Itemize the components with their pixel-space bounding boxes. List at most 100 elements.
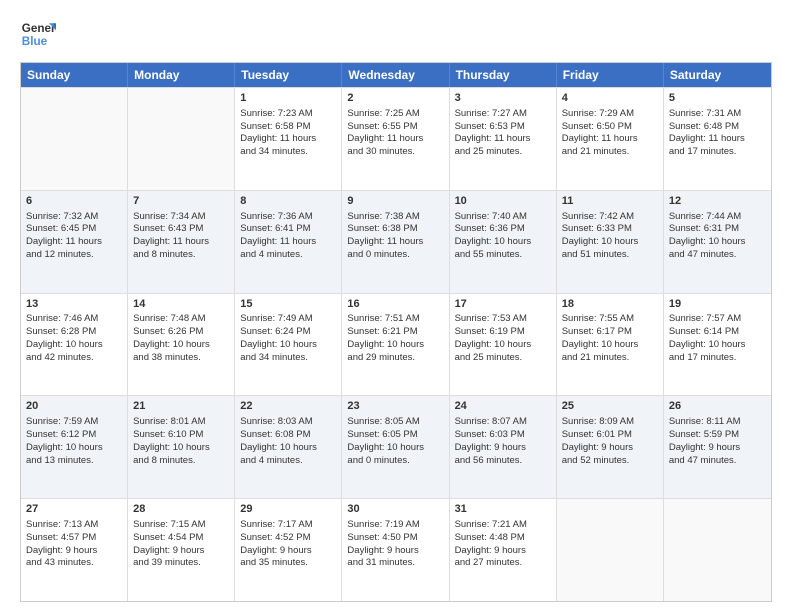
day-info-line: Daylight: 10 hours	[133, 339, 229, 352]
day-number: 22	[240, 399, 336, 414]
day-number: 25	[562, 399, 658, 414]
calendar-body: 1 Sunrise: 7:23 AMSunset: 6:58 PM Daylight…	[21, 87, 771, 601]
day-info-line: Sunset: 6:28 PM	[26, 326, 122, 339]
day-info-line: Daylight: 10 hours	[240, 339, 336, 352]
day-number: 1	[240, 91, 336, 106]
day-info-line: and 25 minutes.	[455, 352, 551, 365]
calendar-cell: 26Sunrise: 8:11 AMSunset: 5:59 PMDayligh…	[664, 396, 771, 498]
day-info-line: Sunrise: 8:11 AM	[669, 416, 766, 429]
day-info-line: and 27 minutes.	[455, 557, 551, 570]
day-number: 16	[347, 297, 443, 312]
day-info-line: Sunset: 4:50 PM	[347, 532, 443, 545]
day-info-line: Sunrise: 8:05 AM	[347, 416, 443, 429]
calendar-row-3: 13Sunrise: 7:46 AMSunset: 6:28 PMDayligh…	[21, 293, 771, 396]
day-info-line: Daylight: 10 hours	[26, 339, 122, 352]
header-day-saturday: Saturday	[664, 63, 771, 87]
day-info-line: Sunrise: 7:29 AM	[562, 108, 658, 121]
day-number: 10	[455, 194, 551, 209]
day-info-line: and 4 minutes.	[240, 249, 336, 262]
day-info-line: Sunset: 6:17 PM	[562, 326, 658, 339]
day-info-line: Sunrise: 7:34 AM	[133, 211, 229, 224]
day-info-line: Sunset: 4:48 PM	[455, 532, 551, 545]
day-info-line: Sunset: 6:45 PM	[26, 223, 122, 236]
day-info-line: and 55 minutes.	[455, 249, 551, 262]
day-number: 12	[669, 194, 766, 209]
calendar-cell: 30Sunrise: 7:19 AMSunset: 4:50 PMDayligh…	[342, 499, 449, 601]
day-info-line: Sunrise: 7:27 AM	[455, 108, 551, 121]
day-info-line: Sunrise: 7:23 AM	[240, 108, 336, 121]
day-info-line: Daylight: 11 hours	[347, 133, 443, 146]
calendar-cell	[557, 499, 664, 601]
header-day-sunday: Sunday	[21, 63, 128, 87]
day-info-line: Daylight: 11 hours	[669, 133, 766, 146]
day-info-line: Sunset: 4:52 PM	[240, 532, 336, 545]
calendar-cell: 24Sunrise: 8:07 AMSunset: 6:03 PMDayligh…	[450, 396, 557, 498]
calendar-header: SundayMondayTuesdayWednesdayThursdayFrid…	[21, 63, 771, 87]
calendar-cell: 12Sunrise: 7:44 AMSunset: 6:31 PMDayligh…	[664, 191, 771, 293]
calendar-cell	[21, 88, 128, 190]
calendar-cell: 10Sunrise: 7:40 AMSunset: 6:36 PMDayligh…	[450, 191, 557, 293]
day-number: 31	[455, 502, 551, 517]
calendar-cell: 18Sunrise: 7:55 AMSunset: 6:17 PMDayligh…	[557, 294, 664, 396]
day-info-line: Sunrise: 7:48 AM	[133, 313, 229, 326]
day-info-line: Sunset: 6:58 PM	[240, 121, 336, 134]
calendar-cell: 6Sunrise: 7:32 AMSunset: 6:45 PMDaylight…	[21, 191, 128, 293]
day-number: 14	[133, 297, 229, 312]
day-number: 28	[133, 502, 229, 517]
day-info-line: and 42 minutes.	[26, 352, 122, 365]
day-info-line: and 51 minutes.	[562, 249, 658, 262]
day-info-line: Sunrise: 7:19 AM	[347, 519, 443, 532]
day-info-line: Daylight: 11 hours	[455, 133, 551, 146]
day-number: 9	[347, 194, 443, 209]
day-info-line: Sunset: 6:12 PM	[26, 429, 122, 442]
day-info-line: Sunset: 6:01 PM	[562, 429, 658, 442]
day-info-line: and 38 minutes.	[133, 352, 229, 365]
calendar-cell: 20Sunrise: 7:59 AMSunset: 6:12 PMDayligh…	[21, 396, 128, 498]
day-number: 30	[347, 502, 443, 517]
day-info-line: Sunset: 6:24 PM	[240, 326, 336, 339]
day-info-line: Sunset: 6:33 PM	[562, 223, 658, 236]
day-info-line: Sunset: 6:31 PM	[669, 223, 766, 236]
calendar-cell: 4Sunrise: 7:29 AMSunset: 6:50 PMDaylight…	[557, 88, 664, 190]
day-info-line: Daylight: 11 hours	[562, 133, 658, 146]
day-info-line: Sunrise: 8:03 AM	[240, 416, 336, 429]
day-number: 2	[347, 91, 443, 106]
day-info-line: Sunset: 6:21 PM	[347, 326, 443, 339]
day-info-line: and 56 minutes.	[455, 455, 551, 468]
day-info-line: Sunset: 6:08 PM	[240, 429, 336, 442]
day-info-line: Sunset: 6:03 PM	[455, 429, 551, 442]
day-info-line: and 4 minutes.	[240, 455, 336, 468]
day-info-line: Sunset: 6:14 PM	[669, 326, 766, 339]
day-info-line: Sunrise: 7:25 AM	[347, 108, 443, 121]
day-info-line: and 0 minutes.	[347, 455, 443, 468]
day-info-line: Sunrise: 7:51 AM	[347, 313, 443, 326]
day-info-line: Daylight: 10 hours	[562, 236, 658, 249]
day-info-line: Sunrise: 7:55 AM	[562, 313, 658, 326]
day-info-line: Daylight: 9 hours	[669, 442, 766, 455]
day-info-line: and 12 minutes.	[26, 249, 122, 262]
calendar-cell	[664, 499, 771, 601]
calendar-cell: 17Sunrise: 7:53 AMSunset: 6:19 PMDayligh…	[450, 294, 557, 396]
calendar-cell: 29Sunrise: 7:17 AMSunset: 4:52 PMDayligh…	[235, 499, 342, 601]
day-info-line: and 8 minutes.	[133, 455, 229, 468]
logo-icon: General Blue	[20, 16, 56, 52]
day-info-line: and 47 minutes.	[669, 249, 766, 262]
day-info-line: Sunset: 6:55 PM	[347, 121, 443, 134]
calendar-row-1: 1 Sunrise: 7:23 AMSunset: 6:58 PM Daylight…	[21, 87, 771, 190]
day-info-line: Daylight: 11 hours	[133, 236, 229, 249]
header-day-friday: Friday	[557, 63, 664, 87]
day-info-line: Sunrise: 7:44 AM	[669, 211, 766, 224]
day-info-line: Sunrise: 8:01 AM	[133, 416, 229, 429]
svg-text:Blue: Blue	[22, 35, 48, 48]
day-info-line: Daylight: 10 hours	[455, 339, 551, 352]
day-number: 24	[455, 399, 551, 414]
calendar-cell: 23Sunrise: 8:05 AMSunset: 6:05 PMDayligh…	[342, 396, 449, 498]
day-number: 11	[562, 194, 658, 209]
day-info-line: Sunset: 6:50 PM	[562, 121, 658, 134]
header-day-thursday: Thursday	[450, 63, 557, 87]
day-number: 29	[240, 502, 336, 517]
day-info-line: Sunset: 4:54 PM	[133, 532, 229, 545]
day-info-line: and 13 minutes.	[26, 455, 122, 468]
day-info-line: Sunrise: 7:36 AM	[240, 211, 336, 224]
day-info-line: Sunset: 4:57 PM	[26, 532, 122, 545]
